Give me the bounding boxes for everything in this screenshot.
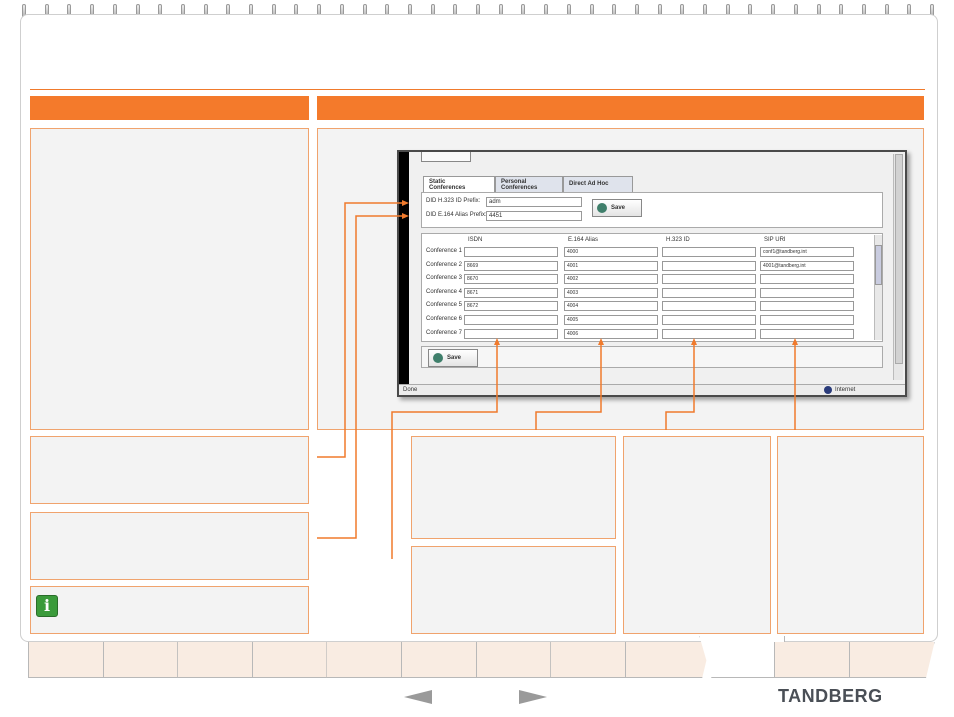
browser-status-bar: Done Internet: [399, 384, 905, 395]
column-header-isdn: ISDN: [468, 237, 483, 243]
table-cell-e164[interactable]: 4005: [564, 315, 658, 325]
table-cell-e164[interactable]: 4004: [564, 301, 658, 312]
chapter-tab[interactable]: [401, 642, 487, 678]
table-cell-h323[interactable]: [662, 287, 756, 298]
table-cell-sip[interactable]: [760, 315, 854, 325]
save-icon: [433, 353, 443, 363]
table-row-label: Conference 4: [426, 288, 463, 295]
h323-prefix-label: DID H.323 ID Prefix:: [426, 198, 481, 204]
h323-prefix-input[interactable]: adm: [486, 197, 582, 207]
info-note: [30, 586, 309, 634]
globe-icon: [824, 386, 832, 394]
table-row-label: Conference 1: [426, 248, 463, 254]
e164-prefix-note: [30, 512, 309, 580]
table-cell-e164[interactable]: 4000: [564, 247, 658, 257]
table-save-label: Save: [447, 355, 462, 361]
table-cell-h323[interactable]: [662, 315, 756, 325]
table-cell-isdn[interactable]: 8671: [464, 287, 558, 298]
chapter-tab[interactable]: [475, 642, 562, 678]
chapter-tab[interactable]: [550, 642, 637, 678]
table-scrollbar[interactable]: [874, 235, 882, 340]
next-arrow-icon[interactable]: [519, 690, 547, 704]
window-edge: [399, 152, 409, 384]
table-cell-h323[interactable]: [662, 328, 756, 339]
table-footer: Save: [421, 346, 883, 368]
isdn-note: [411, 436, 616, 539]
table-cell-isdn[interactable]: 8669: [464, 260, 558, 271]
table-cell-isdn[interactable]: [464, 315, 558, 325]
table-cell-sip[interactable]: [760, 274, 854, 285]
h323-prefix-note: [30, 436, 309, 504]
e164-prefix-input[interactable]: 4451: [486, 211, 582, 221]
table-cell-h323[interactable]: [662, 247, 756, 257]
sip-note: [777, 436, 924, 634]
save-icon: [597, 203, 607, 213]
status-text: Done: [403, 387, 418, 393]
panel-link-1[interactable]: [243, 388, 273, 397]
table-cell-sip[interactable]: [760, 328, 854, 339]
table-cell-e164[interactable]: 4006: [564, 328, 658, 339]
chapter-tab[interactable]: [699, 636, 786, 678]
table-scroll-thumb[interactable]: [875, 245, 882, 285]
top-button[interactable]: [421, 152, 471, 162]
chapter-tab[interactable]: [326, 642, 413, 678]
intro-panel: [30, 128, 309, 430]
left-section-bar: [30, 96, 309, 120]
table-save-button[interactable]: Save: [428, 349, 478, 367]
right-section-bar: [317, 96, 924, 120]
conference-table: ISDN E.164 Alias H.323 ID SIP URI Confer…: [421, 233, 883, 342]
header-divider: [30, 89, 925, 90]
info-icon: i: [36, 595, 58, 617]
chapter-tab[interactable]: [102, 642, 189, 678]
table-cell-isdn[interactable]: [464, 247, 558, 257]
window-scrollbar[interactable]: [893, 154, 903, 380]
chapter-tab[interactable]: [28, 642, 114, 678]
table-cell-h323[interactable]: [662, 274, 756, 285]
prefix-save-label: Save: [611, 205, 626, 211]
e164-note: [623, 436, 771, 634]
security-zone: Internet: [835, 387, 856, 393]
table-cell-e164[interactable]: 4003: [564, 287, 658, 298]
e164-prefix-label: DID E.164 Alias Prefix:: [426, 212, 487, 218]
table-cell-e164[interactable]: 4001: [564, 260, 658, 271]
tab-static-conferences[interactable]: Static Conferences: [423, 176, 495, 193]
brand-logo: TANDBERG: [778, 686, 883, 706]
chapter-tab[interactable]: [624, 642, 711, 678]
table-cell-sip[interactable]: [760, 287, 854, 298]
table-cell-e164[interactable]: 4002: [564, 274, 658, 285]
chapter-tab[interactable]: [177, 642, 264, 678]
table-row-label: Conference 7: [426, 329, 463, 336]
table-cell-h323[interactable]: [662, 301, 756, 312]
panel-link-2[interactable]: [37, 402, 89, 411]
chapter-tab[interactable]: [774, 642, 860, 678]
chapter-tabs: [28, 636, 935, 682]
table-cell-sip[interactable]: 4001@tandberg.int: [760, 260, 854, 271]
table-cell-sip[interactable]: [760, 301, 854, 312]
save-note: [411, 546, 616, 634]
table-row-label: Conference 6: [426, 316, 463, 322]
tab-personal-conferences[interactable]: Personal Conferences: [495, 176, 563, 192]
window-scroll-thumb[interactable]: [895, 154, 903, 364]
column-header-h323: H.323 ID: [666, 237, 690, 243]
chapter-tab[interactable]: [848, 642, 935, 678]
prefix-save-button[interactable]: Save: [592, 199, 642, 217]
column-header-sip: SIP URI: [764, 237, 786, 243]
configuration-screenshot: Static Conferences Personal Conferences …: [397, 150, 907, 397]
table-cell-isdn[interactable]: 8670: [464, 274, 558, 285]
chapter-tab[interactable]: [251, 642, 338, 678]
prefix-form: DID H.323 ID Prefix: adm DID E.164 Alias…: [421, 192, 883, 228]
table-cell-isdn[interactable]: 8672: [464, 301, 558, 312]
table-cell-sip[interactable]: conf1@tandberg.int: [760, 247, 854, 257]
table-cell-h323[interactable]: [662, 260, 756, 271]
prev-arrow-icon[interactable]: [404, 690, 432, 704]
table-row-label: Conference 3: [426, 275, 463, 282]
column-header-e164: E.164 Alias: [568, 237, 599, 243]
table-row-label: Conference 2: [426, 261, 463, 268]
table-row-label: Conference 5: [426, 302, 463, 309]
table-cell-isdn[interactable]: [464, 328, 558, 339]
tab-direct-ad-hoc[interactable]: Direct Ad Hoc: [563, 176, 633, 192]
